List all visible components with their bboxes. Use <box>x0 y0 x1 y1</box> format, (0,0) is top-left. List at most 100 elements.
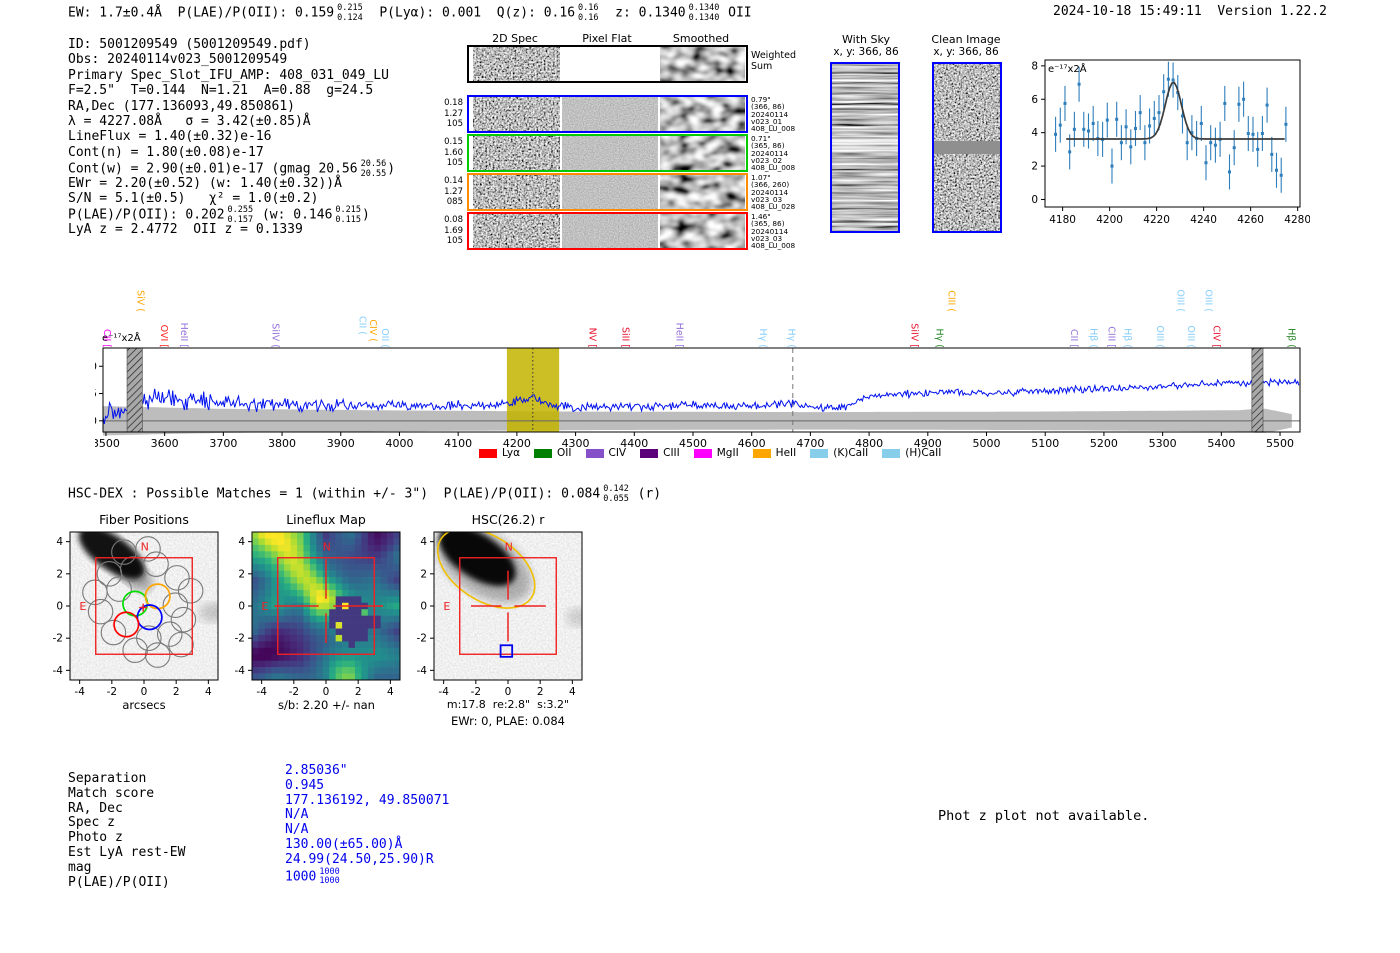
cutout-annotation: 408_LU_008 <box>751 124 796 134</box>
cutout-row-left-labels: 0.18 1.27 105 <box>423 98 463 130</box>
legend-item: (K)CaII <box>810 447 868 459</box>
info-line: ID: 5001209549 (5001209549.pdf) <box>68 37 395 52</box>
panel-ytick: -4 <box>417 665 428 677</box>
cutout-left-label: 1.60 <box>444 147 463 158</box>
panel-xtick: 0 <box>141 686 148 698</box>
emission-line-label: OIII ( <box>1184 325 1196 348</box>
spectrum-xtick: 5400 <box>1207 437 1235 448</box>
stacked-fraction: 0.1340 0.1340 <box>688 3 720 23</box>
fraction-lower: 0.1340 <box>688 12 720 23</box>
info-line: Cont(n) = 1.80(±0.08)e-17 <box>68 145 395 160</box>
line-fit-plot: 4180 4200 4220 4240 4260 4280 0 2 4 6 8 e⁻¹⁷x2Å <box>1031 59 1310 226</box>
panel-ytick: -2 <box>235 633 245 645</box>
text-segment: RA,Dec (177.136093,49.850861) <box>68 98 295 114</box>
emission-line-label: Hβ ( <box>1087 328 1099 348</box>
cutout-annotation: 408_LU_028 <box>751 202 796 212</box>
info-line: λ = 4227.08Å σ = 3.42(±0.85)Å <box>68 114 395 129</box>
legend-swatch <box>882 448 901 458</box>
compass-north: N <box>505 541 513 554</box>
panel-xtick: 2 <box>537 686 544 698</box>
masked-region <box>1251 347 1264 433</box>
cutout-left-label: 0.14 <box>444 176 463 186</box>
emission-line-label: Hγ ( <box>785 328 797 349</box>
emission-line-label: OIII ( <box>1153 325 1165 348</box>
spectrum-xtick: 3500 <box>95 437 120 448</box>
summary-header: EW: 1.7±0.4Å P(LAE)/P(OII): 0.159 0.215 0.… <box>68 3 752 23</box>
match-row-label: Match score <box>68 785 155 801</box>
emission-line-label: HeII [ <box>673 322 685 348</box>
inset-xtick: 4200 <box>1096 214 1123 226</box>
cutout-left-label: 105 <box>446 158 463 168</box>
fraction-lower: 0.115 <box>335 214 362 225</box>
panel-xtick: 4 <box>569 686 576 698</box>
emission-line-label: CIV [ <box>1210 325 1222 348</box>
fraction-lower: 0.055 <box>603 493 629 504</box>
text-segment: EWr = 2.20(±0.52) (w: 1.40(±0.32))Å <box>68 175 342 191</box>
match-row-label: Est LyA rest-EW <box>68 844 186 860</box>
info-line: S/N = 5.1(±0.5) χ² = 1.0(±0.2) <box>68 191 395 206</box>
cutout-left-label: 0.18 <box>444 98 463 108</box>
spec2d-image <box>473 175 560 209</box>
legend-item: HeII <box>752 447 796 459</box>
info-line: EWr = 2.20(±0.52) (w: 1.40(±0.32))Å <box>68 176 395 191</box>
cutout-row <box>467 173 748 211</box>
pixelflat-image <box>562 175 658 209</box>
legend-item: CIII <box>640 447 680 459</box>
clean-image <box>932 62 1002 233</box>
cutout-row-left-labels: 0.15 1.60 105 <box>423 137 463 169</box>
legend-swatch <box>640 448 659 458</box>
legend-item: (H)CaII <box>882 447 941 459</box>
emission-line-label: HeII [ <box>178 322 190 348</box>
match-row-value: 177.136192, 49.850071 <box>285 792 450 808</box>
inset-ytick: 8 <box>1031 60 1038 72</box>
with-sky-image <box>830 62 900 233</box>
match-row-value: 24.99(24.50,25.90)R <box>285 851 434 867</box>
timestamp: 2024-10-18 15:49:11 Version 1.22.2 <box>1053 4 1327 19</box>
smoothed-image <box>660 175 745 209</box>
emission-line-label: CIII [ <box>1105 326 1117 348</box>
spectrum-xtick: 5100 <box>1031 437 1059 448</box>
match-row-value: N/A <box>285 822 309 838</box>
stacked-fraction: 0.16 0.16 <box>578 3 598 23</box>
emission-line-label: Hβ ( <box>1121 328 1133 348</box>
panel-xtick: 2 <box>355 686 362 698</box>
emission-line-label: OVI [ <box>158 324 170 348</box>
stacked-fraction: 1000 1000 <box>319 867 339 887</box>
stacked-fraction: 0.142 0.055 <box>603 484 629 504</box>
pixelflat-image <box>562 97 658 131</box>
smoothed-image <box>660 47 745 81</box>
compass-north: N <box>323 541 331 554</box>
hsc-image-panel: -4 -4 -2 -2 0 0 2 2 4 4 N E <box>417 531 583 698</box>
legend-item: CIV <box>585 447 626 459</box>
text-segment: λ = 4227.08Å σ = 3.42(±0.85)Å <box>68 113 311 129</box>
emission-line-label: OII ( <box>378 328 390 348</box>
match-row-value: N/A <box>285 807 309 823</box>
panel-ytick: -2 <box>53 633 63 645</box>
text-segment: ) <box>362 207 370 223</box>
inset-xtick: 4220 <box>1143 214 1170 226</box>
text-segment: P(LAE)/P(OII): 0.202 <box>68 207 225 223</box>
hsc-dex-line: HSC-DEX : Possible Matches = 1 (within +… <box>68 484 661 504</box>
legend-swatch <box>810 448 829 458</box>
cutout-row-annotations: 0.71" (365, 86) 20240114 v023_02 408_LU_008 <box>751 135 795 172</box>
elixer-report: EW: 1.7±0.4Å P(LAE)/P(OII): 0.159 0.215 0.… <box>0 0 1400 953</box>
legend-swatch <box>585 448 604 458</box>
info-line: LineFlux = 1.40(±0.32)e-16 <box>68 129 395 144</box>
spectrum-xtick: 4100 <box>444 437 472 448</box>
cutout-left-label: 0.15 <box>444 137 463 147</box>
panel-xtick: -4 <box>438 686 449 698</box>
match-row-label: mag <box>68 859 92 875</box>
weighted-sum-label: Weighted Sum <box>751 50 796 72</box>
match-row-label: Photo z <box>68 830 123 846</box>
text-segment: 1000 <box>285 869 317 885</box>
smoothed-image <box>660 214 745 248</box>
pixelflat-image <box>562 47 658 81</box>
cutout-left-label: 1.27 <box>444 186 463 197</box>
spec2d-image <box>473 97 560 131</box>
panel-xtick: 2 <box>173 686 180 698</box>
panel-ytick: 4 <box>238 536 245 548</box>
spectrum-xtick: 3600 <box>151 437 179 448</box>
clean-title: Clean Image <box>931 33 1001 46</box>
legend-label: Lyα <box>502 447 521 459</box>
emission-line-label: OIII ( <box>1202 289 1214 312</box>
